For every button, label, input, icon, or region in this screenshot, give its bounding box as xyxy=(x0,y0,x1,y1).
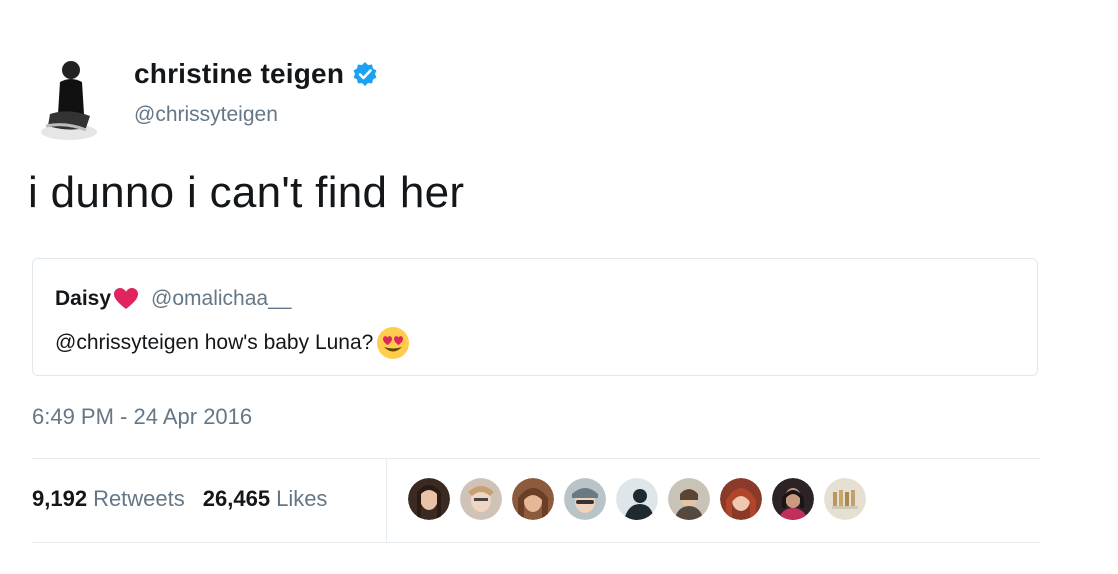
liker-avatars xyxy=(408,478,876,520)
liker-avatar[interactable] xyxy=(512,478,554,520)
retweets-count[interactable]: 9,192 xyxy=(32,486,87,512)
likes-label[interactable]: Likes xyxy=(276,486,327,512)
quoted-tweet-text: @chrissyteigen how's baby Luna? xyxy=(55,331,374,354)
liker-avatar[interactable] xyxy=(668,478,710,520)
quoted-author-row: Daisy @omalichaa__ xyxy=(55,287,291,311)
divider xyxy=(386,459,387,542)
liker-avatar[interactable] xyxy=(408,478,450,520)
divider xyxy=(32,458,1040,459)
quoted-tweet[interactable]: Daisy @omalichaa__ @chrissyteigen how's … xyxy=(32,258,1038,376)
liker-avatar[interactable] xyxy=(460,478,502,520)
tweet-timestamp[interactable]: 6:49 PM - 24 Apr 2016 xyxy=(32,404,252,430)
liker-avatar[interactable] xyxy=(616,478,658,520)
liker-avatar[interactable] xyxy=(772,478,814,520)
heart-eyes-emoji-icon xyxy=(377,327,410,359)
liker-avatar[interactable] xyxy=(564,478,606,520)
author-name-row: christine teigen xyxy=(134,58,378,90)
author-handle[interactable]: @chrissyteigen xyxy=(134,103,278,127)
red-heart-icon xyxy=(114,288,139,309)
quoted-author-name: Daisy xyxy=(55,287,112,310)
tweet-text: i dunno i can't find her xyxy=(28,168,465,217)
author-avatar[interactable] xyxy=(36,56,102,142)
author-name[interactable]: christine teigen xyxy=(134,58,344,90)
liker-avatar[interactable] xyxy=(824,478,866,520)
divider xyxy=(32,542,1040,543)
quoted-text-row: @chrissyteigen how's baby Luna? xyxy=(55,325,411,361)
retweets-label[interactable]: Retweets xyxy=(93,486,185,512)
likes-count[interactable]: 26,465 xyxy=(203,486,270,512)
verified-badge-icon xyxy=(353,62,377,86)
tweet-stats: 9,192 Retweets 26,465 Likes xyxy=(32,486,327,512)
liker-avatar[interactable] xyxy=(720,478,762,520)
quoted-author-handle: @omalichaa__ xyxy=(151,287,292,310)
